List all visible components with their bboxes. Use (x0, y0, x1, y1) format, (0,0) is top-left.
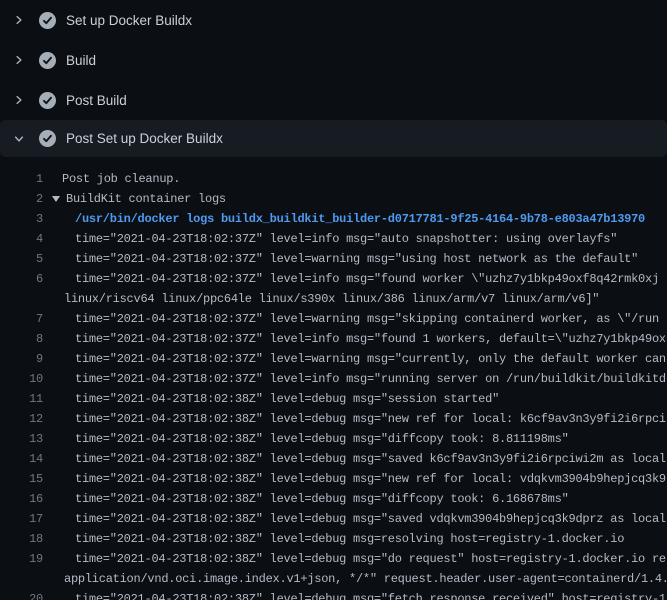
log-line-number[interactable]: 16 (0, 489, 43, 509)
log-line: 9 time="2021-04-23T18:02:37Z" level=warn… (0, 349, 667, 369)
job-steps-list: Set up Docker Buildx Build Post Build Po… (0, 0, 667, 157)
step-header-set-up-docker-buildx[interactable]: Set up Docker Buildx (0, 0, 667, 40)
log-line-text: time="2021-04-23T18:02:37Z" level=warnin… (43, 249, 638, 269)
log-line-number[interactable]: 15 (0, 469, 43, 489)
log-line-text: time="2021-04-23T18:02:37Z" level=warnin… (43, 309, 659, 329)
log-line-text: time="2021-04-23T18:02:37Z" level=info m… (43, 269, 659, 289)
step-header-post-build[interactable]: Post Build (0, 80, 667, 120)
check-circle-icon (39, 52, 56, 69)
log-line: 8 time="2021-04-23T18:02:37Z" level=info… (0, 329, 667, 349)
triangle-down-icon[interactable] (52, 196, 60, 202)
log-line-text: /usr/bin/docker logs buildx_buildkit_bui… (43, 209, 645, 229)
log-line-number[interactable]: 11 (0, 389, 43, 409)
log-line-number[interactable]: 13 (0, 429, 43, 449)
log-group-label: BuildKit container logs (66, 189, 226, 209)
log-line-text: time="2021-04-23T18:02:38Z" level=debug … (43, 449, 666, 469)
log-line: 5 time="2021-04-23T18:02:37Z" level=warn… (0, 249, 667, 269)
log-line-number[interactable]: 9 (0, 349, 43, 369)
log-line: 7 time="2021-04-23T18:02:37Z" level=warn… (0, 309, 667, 329)
step-label: Build (66, 53, 96, 68)
chevron-right-icon[interactable] (12, 14, 26, 26)
chevron-down-icon[interactable] (12, 133, 26, 145)
check-circle-icon (39, 130, 56, 147)
log-line-text: application/vnd.oci.image.index.v1+json,… (43, 569, 667, 589)
log-line-text: time="2021-04-23T18:02:38Z" level=debug … (43, 469, 666, 489)
log-line: 6 time="2021-04-23T18:02:37Z" level=info… (0, 269, 667, 289)
log-line: 10 time="2021-04-23T18:02:37Z" level=inf… (0, 369, 667, 389)
log-line-text: time="2021-04-23T18:02:38Z" level=debug … (43, 589, 666, 600)
log-line-text: time="2021-04-23T18:02:37Z" level=warnin… (43, 349, 666, 369)
log-line-text: linux/riscv64 linux/ppc64le linux/s390x … (43, 289, 599, 309)
log-line: 20 time="2021-04-23T18:02:38Z" level=deb… (0, 589, 667, 600)
log-line: 13 time="2021-04-23T18:02:38Z" level=deb… (0, 429, 667, 449)
log-line-number[interactable]: 5 (0, 249, 43, 269)
chevron-right-icon[interactable] (12, 94, 26, 106)
log-line-text: time="2021-04-23T18:02:38Z" level=debug … (43, 529, 624, 549)
log-line-text: time="2021-04-23T18:02:37Z" level=info m… (43, 369, 666, 389)
log-line-number[interactable]: 18 (0, 529, 43, 549)
log-line: linux/riscv64 linux/ppc64le linux/s390x … (0, 289, 667, 309)
log-line-number[interactable]: 7 (0, 309, 43, 329)
log-line-number[interactable]: 20 (0, 589, 43, 600)
log-line: 11 time="2021-04-23T18:02:38Z" level=deb… (0, 389, 667, 409)
log-line-number[interactable]: 1 (0, 169, 43, 189)
log-line-text: time="2021-04-23T18:02:38Z" level=debug … (43, 429, 569, 449)
log-line-text: time="2021-04-23T18:02:38Z" level=debug … (43, 389, 499, 409)
log-line-text: time="2021-04-23T18:02:37Z" level=info m… (43, 229, 617, 249)
log-line: 17 time="2021-04-23T18:02:38Z" level=deb… (0, 509, 667, 529)
step-label: Set up Docker Buildx (66, 13, 192, 28)
check-circle-icon (39, 92, 56, 109)
log-line-number[interactable] (0, 569, 43, 589)
step-label: Post Set up Docker Buildx (66, 131, 223, 146)
log-line: application/vnd.oci.image.index.v1+json,… (0, 569, 667, 589)
log-line-text: time="2021-04-23T18:02:38Z" level=debug … (43, 509, 666, 529)
log-line: 14 time="2021-04-23T18:02:38Z" level=deb… (0, 449, 667, 469)
step-header-build[interactable]: Build (0, 40, 667, 80)
log-group-row[interactable]: BuildKit container logs (43, 189, 226, 209)
log-line-text: Post job cleanup. (43, 169, 180, 189)
log-line-text: time="2021-04-23T18:02:38Z" level=debug … (43, 549, 666, 569)
chevron-right-icon[interactable] (12, 54, 26, 66)
log-line-text: time="2021-04-23T18:02:37Z" level=info m… (43, 329, 666, 349)
log-line: 2 BuildKit container logs (0, 189, 667, 209)
log-line-text: time="2021-04-23T18:02:38Z" level=debug … (43, 489, 569, 509)
log-line-text: time="2021-04-23T18:02:38Z" level=debug … (43, 409, 666, 429)
log-line-number[interactable]: 6 (0, 269, 43, 289)
log-line: 1 Post job cleanup. (0, 169, 667, 189)
log-line: 15 time="2021-04-23T18:02:38Z" level=deb… (0, 469, 667, 489)
log-line-number[interactable]: 3 (0, 209, 43, 229)
log-line: 3 /usr/bin/docker logs buildx_buildkit_b… (0, 209, 667, 229)
step-log-output: 1 Post job cleanup. 2 BuildKit container… (0, 166, 667, 600)
log-line: 18 time="2021-04-23T18:02:38Z" level=deb… (0, 529, 667, 549)
log-line: 12 time="2021-04-23T18:02:38Z" level=deb… (0, 409, 667, 429)
check-circle-icon (39, 12, 56, 29)
log-line-number[interactable]: 2 (0, 189, 43, 209)
log-line-number[interactable]: 12 (0, 409, 43, 429)
step-label: Post Build (66, 93, 127, 108)
log-line: 4 time="2021-04-23T18:02:37Z" level=info… (0, 229, 667, 249)
log-line-number[interactable]: 14 (0, 449, 43, 469)
log-line-number[interactable]: 4 (0, 229, 43, 249)
log-line-number[interactable]: 8 (0, 329, 43, 349)
log-line-number[interactable]: 17 (0, 509, 43, 529)
log-line: 19 time="2021-04-23T18:02:38Z" level=deb… (0, 549, 667, 569)
log-line-number[interactable]: 10 (0, 369, 43, 389)
log-line: 16 time="2021-04-23T18:02:38Z" level=deb… (0, 489, 667, 509)
log-line-number[interactable] (0, 289, 43, 309)
log-line-number[interactable]: 19 (0, 549, 43, 569)
step-header-post-set-up-docker-buildx[interactable]: Post Set up Docker Buildx (0, 120, 667, 157)
